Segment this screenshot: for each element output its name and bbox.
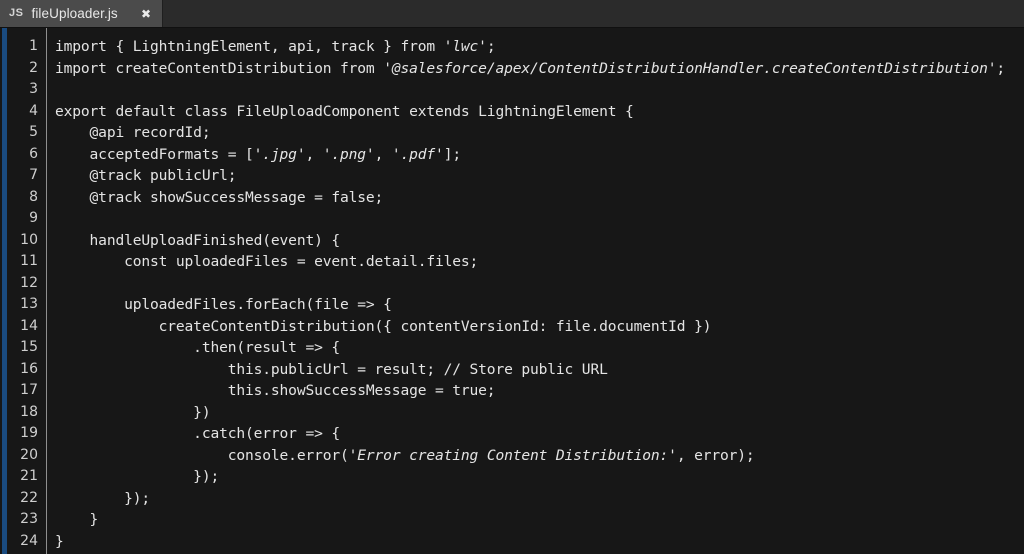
code-text: }); [55,468,220,485]
string-literal: '.pdf' [391,145,444,163]
editor-tab-label: fileUploader.js [31,6,118,21]
code-text: ; [996,59,1005,77]
code-line[interactable]: export default class FileUploadComponent… [55,101,1024,123]
line-number-gutter: 1 2 3 4 5 6 7 8 9 10 11 12 13 14 15 16 17 18 19 20 21 22 23 24 [0,28,47,554]
code-line[interactable]: handleUploadFinished(event) { [55,230,1024,252]
code-text: , [305,145,323,163]
code-text: createContentDistribution({ contentVersi… [55,317,712,335]
code-line[interactable]: } [55,531,1024,553]
code-text: .then(result => { [55,339,340,356]
code-line[interactable] [55,79,1024,101]
string-literal: '@salesforce/apex/ContentDistributionHan… [383,59,997,77]
code-line[interactable]: this.publicUrl = result; // Store public… [55,359,1024,381]
string-literal: '.png' [322,145,375,163]
code-text: uploadedFiles.forEach(file => { [55,296,392,313]
code-line[interactable]: uploadedFiles.forEach(file => { [55,294,1024,316]
code-text: }); [55,489,150,507]
string-literal: 'Error creating Content Distribution:' [348,446,677,464]
code-text: import createContentDistribution from [55,59,384,77]
code-line[interactable]: @track publicUrl; [55,165,1024,187]
code-line[interactable]: }); [55,466,1024,488]
code-text: .catch(error => { [55,425,340,442]
code-line[interactable] [55,273,1024,295]
code-text: this.publicUrl = result; // Store public… [55,360,608,378]
editor-body: 1 2 3 4 5 6 7 8 9 10 11 12 13 14 15 16 17 18 19 20 21 22 23 24 … [0,28,1024,554]
code-text: } [55,532,64,550]
code-line[interactable]: acceptedFormats = ['.jpg', '.png', '.pdf… [55,144,1024,166]
code-line[interactable]: }) [55,402,1024,424]
code-line[interactable]: @track showSuccessMessage = false; [55,187,1024,209]
code-text: acceptedFormats = [ [55,145,254,163]
code-line[interactable]: } [55,509,1024,531]
code-line[interactable]: @api recordId; [55,122,1024,144]
left-accent-stripe [2,28,7,554]
code-text: ]; [443,145,461,163]
close-icon[interactable]: ✖ [141,8,151,20]
code-line[interactable]: }); [55,488,1024,510]
code-text: import { LightningElement, api, track } … [55,38,444,55]
code-text: @track publicUrl; [55,167,237,184]
code-editor-window: JS fileUploader.js ✖ 1 2 3 4 5 6 7 8 9 10 11 12 13 14… [0,0,1024,554]
code-text: handleUploadFinished(event) { [55,231,341,249]
javascript-file-icon: JS [9,7,24,19]
code-line[interactable]: import createContentDistribution from '@… [55,58,1024,80]
code-text: ; [486,38,496,55]
code-line[interactable]: .catch(error => { [55,423,1024,445]
editor-tab-fileuploader[interactable]: JS fileUploader.js ✖ [0,0,163,27]
code-text: , error); [676,446,755,464]
code-text: @api recordId; [55,124,211,141]
tab-bar-empty-area [163,0,1024,27]
string-literal: '.jpg' [253,145,306,163]
code-line[interactable] [55,208,1024,230]
string-literal: 'lwc' [443,38,487,55]
code-text: @track showSuccessMessage = false; [55,188,384,206]
code-line[interactable]: const uploadedFiles = event.detail.files… [55,251,1024,273]
code-text: }) [55,403,211,421]
code-content-area[interactable]: import { LightningElement, api, track } … [47,28,1024,554]
code-line[interactable]: this.showSuccessMessage = true; [55,380,1024,402]
code-line[interactable]: import { LightningElement, api, track } … [55,36,1024,58]
code-line[interactable]: createContentDistribution({ contentVersi… [55,316,1024,338]
code-text: console.error( [55,446,349,464]
code-text: export default class FileUploadComponent… [55,102,634,120]
code-text: , [374,145,392,163]
code-text: } [55,511,99,528]
code-text: this.showSuccessMessage = true; [55,382,496,399]
code-line[interactable]: console.error('Error creating Content Di… [55,445,1024,467]
code-text: const uploadedFiles = event.detail.files… [55,253,479,270]
editor-tab-bar: JS fileUploader.js ✖ [0,0,1024,28]
code-line[interactable]: .then(result => { [55,337,1024,359]
